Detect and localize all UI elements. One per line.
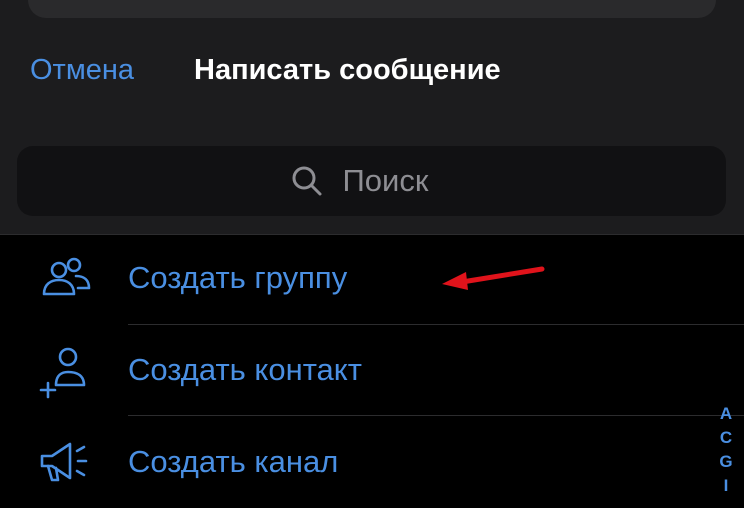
underlying-sheet-edge bbox=[28, 0, 716, 18]
alphabet-index-letter[interactable]: G bbox=[714, 450, 738, 474]
search-icon bbox=[292, 166, 321, 196]
sheet-title: Написать сообщение bbox=[194, 54, 501, 86]
group-icon bbox=[42, 257, 91, 296]
search-input[interactable] bbox=[342, 163, 453, 199]
alphabet-index-letter[interactable]: A bbox=[714, 402, 738, 426]
create-contact-label: Создать контакт bbox=[128, 352, 362, 387]
alphabet-index-letter[interactable]: C bbox=[714, 426, 738, 450]
new-message-sheet-header: Отмена Написать сообщение bbox=[0, 0, 744, 235]
new-message-screen: Отмена Написать сообщение Создать группу bbox=[0, 0, 744, 508]
create-group-button[interactable]: Создать группу bbox=[0, 234, 744, 325]
alphabet-index-letter[interactable]: I bbox=[714, 474, 738, 498]
add-contact-icon bbox=[39, 347, 86, 399]
alphabet-index[interactable]: A C G I bbox=[714, 402, 738, 498]
cancel-button[interactable]: Отмена bbox=[30, 50, 134, 90]
search-bar[interactable] bbox=[17, 146, 726, 216]
create-channel-button[interactable]: Создать канал bbox=[0, 416, 744, 507]
create-contact-button[interactable]: Создать контакт bbox=[0, 325, 744, 416]
megaphone-icon bbox=[40, 442, 88, 482]
red-arrow-icon bbox=[442, 266, 545, 290]
create-group-label: Создать группу bbox=[128, 260, 348, 295]
create-channel-label: Создать канал bbox=[128, 444, 339, 479]
